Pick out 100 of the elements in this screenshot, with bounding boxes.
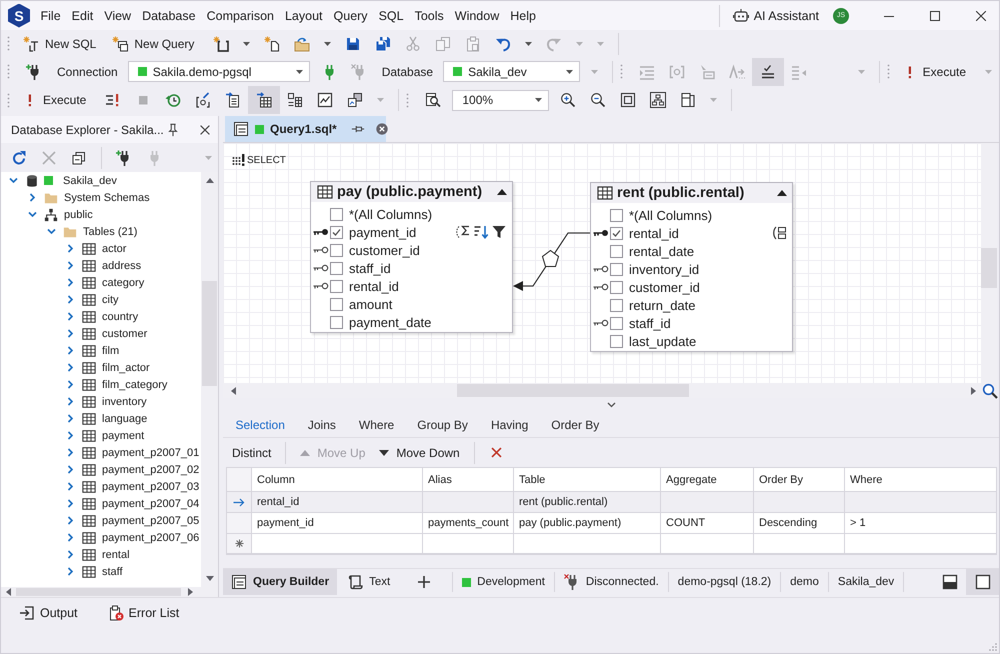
scrollbar-thumb[interactable] xyxy=(202,281,217,386)
tab[interactable]: Having xyxy=(479,414,540,436)
caret-icon[interactable] xyxy=(525,42,532,46)
menu-item[interactable]: Database xyxy=(136,4,202,26)
chevron-right-icon[interactable] xyxy=(66,295,75,304)
tab[interactable]: Group By xyxy=(406,414,480,436)
chevron-right-icon[interactable] xyxy=(66,329,75,338)
tree-item[interactable]: payment_p2007_02 xyxy=(102,464,200,476)
table-node[interactable]: rent (public.rental) *(All Columns) rental_id rental_date inventory_id customer_id return_date staff_id last_update xyxy=(590,182,793,352)
tool-window-tab[interactable]: Error List xyxy=(104,602,184,624)
checkbox[interactable] xyxy=(610,262,623,276)
checkbox[interactable] xyxy=(610,208,623,222)
tree-item[interactable]: System Schemas xyxy=(64,192,150,204)
chevron-right-icon[interactable] xyxy=(66,550,75,559)
tab[interactable]: Where xyxy=(347,414,406,436)
chevron-right-icon[interactable] xyxy=(66,414,75,423)
history-icon[interactable] xyxy=(165,92,182,108)
scroll-arrow-icon[interactable] xyxy=(188,588,193,596)
delete-icon[interactable] xyxy=(490,446,503,459)
connection-dropdown[interactable]: Sakila.demo-pgsql xyxy=(128,61,310,82)
tree-item[interactable]: payment_p2007_03 xyxy=(102,480,200,492)
tree-item[interactable]: payment_p2007_04 xyxy=(102,498,200,510)
close-icon[interactable] xyxy=(198,122,212,136)
checkbox[interactable] xyxy=(330,226,343,238)
zoom-in-icon[interactable] xyxy=(560,92,576,108)
chevron-right-icon[interactable] xyxy=(66,278,75,287)
tree-item[interactable]: Tables (21) xyxy=(83,226,138,238)
pin-icon[interactable] xyxy=(166,122,180,136)
chevron-right-icon[interactable] xyxy=(66,346,75,355)
form-grid-icon[interactable] xyxy=(287,92,304,108)
chevron-down-icon[interactable] xyxy=(28,210,37,219)
tree-item[interactable]: address xyxy=(102,260,142,272)
grid-row[interactable]: rental_id rent (public.rental) xyxy=(227,492,996,513)
chevron-right-icon[interactable] xyxy=(66,261,75,270)
search-icon[interactable] xyxy=(982,382,998,398)
join-connector[interactable] xyxy=(513,232,590,291)
chevron-right-icon[interactable] xyxy=(66,397,75,406)
scrollbar-thumb[interactable] xyxy=(16,588,181,596)
checkbox[interactable] xyxy=(610,298,623,312)
chevron-down-icon[interactable] xyxy=(47,227,56,236)
close-icon[interactable] xyxy=(374,122,389,136)
tree-item[interactable]: payment xyxy=(102,430,144,442)
save-all-icon[interactable] xyxy=(375,36,392,52)
grip-icon[interactable] xyxy=(7,64,10,79)
tree-item[interactable]: Sakila_dev xyxy=(63,174,117,186)
execute-button[interactable]: Execute xyxy=(898,60,972,84)
checkbox[interactable] xyxy=(330,262,343,274)
tree-item[interactable]: staff xyxy=(102,566,123,578)
chevron-right-icon[interactable] xyxy=(66,516,75,525)
tree-item[interactable]: public xyxy=(64,208,93,220)
checkbox[interactable] xyxy=(610,334,623,348)
checkbox[interactable] xyxy=(330,298,343,310)
chevron-right-icon[interactable] xyxy=(66,448,75,457)
scroll-arrow-icon[interactable] xyxy=(6,588,11,596)
checkbox[interactable] xyxy=(330,244,343,256)
zoom-page-icon[interactable] xyxy=(425,92,442,108)
menu-item[interactable]: Query xyxy=(328,4,374,26)
chevron-right-icon[interactable] xyxy=(66,431,75,440)
scrollbar[interactable] xyxy=(1,587,218,597)
chevron-down-icon[interactable] xyxy=(606,402,616,408)
grid-row[interactable]: payment_id payments_count pay (public.payment) COUNT Descending > 1 xyxy=(227,513,996,534)
checkbox[interactable] xyxy=(330,316,343,328)
row-header-cell[interactable] xyxy=(227,513,252,534)
chevron-right-icon[interactable] xyxy=(66,499,75,508)
tree-item[interactable]: payment_p2007_05 xyxy=(102,514,200,526)
distinct-button[interactable]: Distinct xyxy=(225,442,278,464)
checkbox[interactable] xyxy=(330,208,343,220)
triangle-up-icon[interactable] xyxy=(497,189,507,195)
tree-item[interactable]: payment_p2007_06 xyxy=(102,532,200,544)
document-arrow-icon[interactable] xyxy=(225,92,242,108)
checkbox[interactable] xyxy=(330,280,343,292)
scroll-arrow-icon[interactable] xyxy=(206,178,214,183)
undo-icon[interactable] xyxy=(495,36,512,52)
tab[interactable]: Order By xyxy=(540,414,611,436)
menu-item[interactable]: Help xyxy=(504,4,542,26)
caret-icon[interactable] xyxy=(243,42,250,46)
tree-item[interactable]: language xyxy=(102,412,148,424)
chevron-right-icon[interactable] xyxy=(66,363,75,372)
row-header-cell[interactable] xyxy=(227,492,252,513)
scroll-arrow-icon[interactable] xyxy=(206,576,214,581)
menu-item[interactable]: Layout xyxy=(279,4,328,26)
tree-item[interactable]: customer xyxy=(102,328,148,340)
hierarchy-icon[interactable] xyxy=(650,92,666,108)
tree-item[interactable]: category xyxy=(102,276,144,288)
chevron-right-icon[interactable] xyxy=(66,465,75,474)
chevron-right-icon[interactable] xyxy=(66,244,75,253)
checkbox[interactable] xyxy=(610,316,623,330)
scrollbar-thumb[interactable] xyxy=(457,384,689,397)
tree-item[interactable]: film_actor xyxy=(102,362,150,374)
boxes-icon[interactable] xyxy=(347,92,364,108)
pages-icon[interactable] xyxy=(680,92,696,108)
checkbox[interactable] xyxy=(610,244,623,258)
execute-button[interactable]: Execute xyxy=(19,88,92,112)
move-down-button[interactable]: Move Down xyxy=(372,442,467,464)
new-frame-icon[interactable] xyxy=(213,36,230,52)
chevron-right-icon[interactable] xyxy=(66,567,75,576)
chart-icon[interactable] xyxy=(317,92,334,108)
tree-item[interactable]: rental xyxy=(102,548,130,560)
maximize-icon[interactable] xyxy=(930,10,940,20)
new-query-button[interactable]: New Query xyxy=(108,32,200,56)
